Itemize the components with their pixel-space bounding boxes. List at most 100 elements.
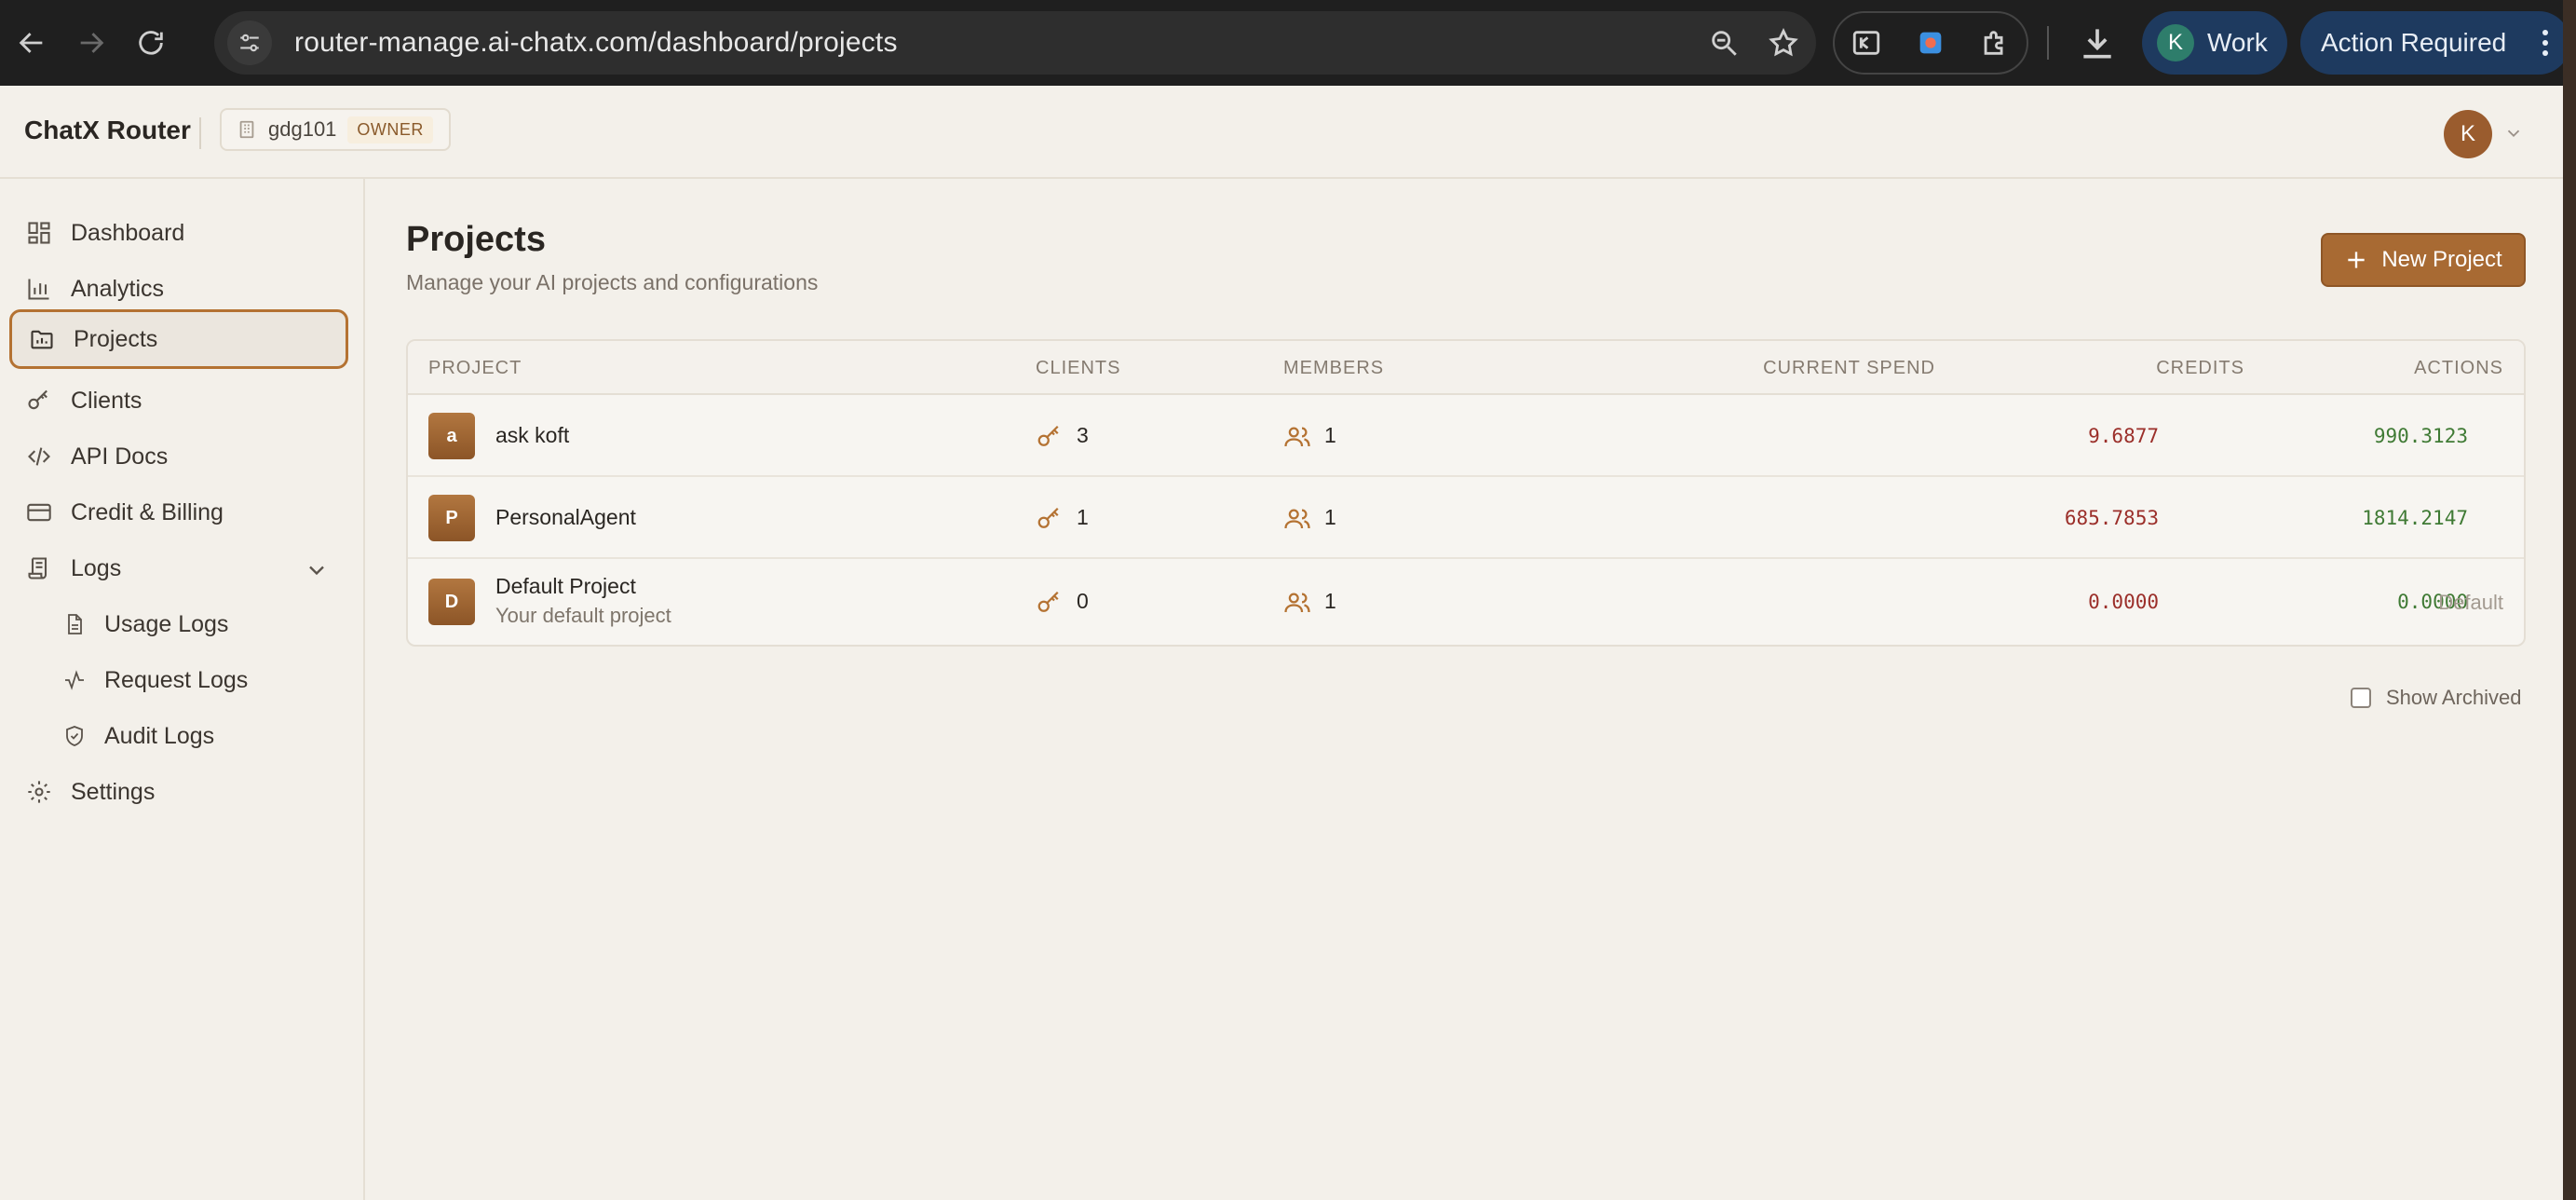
back-button[interactable] <box>4 15 60 71</box>
table-header: PROJECT CLIENTS MEMBERS CURRENT SPEND CR… <box>408 341 2524 395</box>
toolbar-divider <box>2047 26 2049 60</box>
address-bar[interactable]: router-manage.ai-chatx.com/dashboard/pro… <box>214 11 1816 75</box>
credit-card-icon <box>27 503 51 522</box>
page-title: Projects <box>406 220 546 259</box>
key-icon <box>1037 425 1059 446</box>
project-avatar: a <box>428 413 475 459</box>
credits-value: 1814.2147 <box>2362 507 2468 529</box>
scroll-icon <box>28 557 47 580</box>
chevron-down-icon[interactable] <box>304 557 330 583</box>
extension-color-icon[interactable] <box>1915 27 1946 59</box>
bar-chart-icon <box>28 279 49 300</box>
members-count: 1 <box>1324 505 1336 529</box>
code-icon <box>28 447 50 466</box>
zoom-icon[interactable] <box>1708 27 1740 59</box>
project-name[interactable]: Default Project <box>495 574 636 599</box>
clients-count: 3 <box>1077 423 1089 447</box>
sidebar-item-request-logs[interactable]: Request Logs <box>9 650 348 710</box>
action-required-button[interactable]: Action Required <box>2300 11 2570 75</box>
bookmark-star-icon[interactable] <box>1768 27 1799 59</box>
users-icon <box>1284 593 1310 613</box>
sidebar-item-usage-logs[interactable]: Usage Logs <box>9 594 348 654</box>
reload-icon <box>139 31 163 55</box>
site-info-button[interactable] <box>227 20 272 65</box>
brand-name[interactable]: ChatX Router <box>24 116 191 145</box>
members-count: 1 <box>1324 423 1336 447</box>
key-icon <box>1037 507 1059 528</box>
clients-count: 1 <box>1077 505 1089 529</box>
column-header-project[interactable]: PROJECT <box>428 358 522 379</box>
users-icon <box>1284 427 1310 447</box>
page-subtitle: Manage your AI projects and configuratio… <box>406 270 819 294</box>
sidebar: Dashboard Analytics Projects Clients API… <box>0 179 365 1200</box>
new-project-button[interactable]: New Project <box>2321 233 2526 287</box>
users-icon <box>1284 509 1310 529</box>
dashboard-icon <box>28 222 50 244</box>
folder-chart-icon <box>31 330 53 349</box>
project-avatar: P <box>428 495 475 541</box>
activity-icon <box>65 670 84 690</box>
puzzle-icon[interactable] <box>1979 27 2011 59</box>
table-row[interactable]: P PersonalAgent 1 1 685.7853 1814.2147 <box>408 477 2524 559</box>
file-text-icon <box>68 614 82 634</box>
new-project-label: New Project <box>2381 247 2502 272</box>
sidebar-item-label: Analytics <box>71 275 165 302</box>
current-spend: 0.0000 <box>2088 591 2159 613</box>
credits-value: 990.3123 <box>2373 425 2468 447</box>
tune-icon <box>240 34 259 52</box>
sidebar-item-label: Logs <box>71 554 122 581</box>
key-icon <box>1037 591 1059 612</box>
sidebar-item-label: API Docs <box>71 443 169 470</box>
header-divider <box>199 117 201 149</box>
building-icon <box>239 120 254 139</box>
sidebar-item-label: Credit & Billing <box>71 498 224 525</box>
table-row[interactable]: D Default Project Your default project 0… <box>408 559 2524 645</box>
table-row[interactable]: a ask koft 3 1 9.6877 990.3123 <box>408 395 2524 477</box>
forward-button[interactable] <box>63 15 119 71</box>
profile-button[interactable]: K Work <box>2142 11 2287 75</box>
org-selector[interactable]: gdg101 OWNER <box>220 108 451 151</box>
sidebar-item-label: Projects <box>74 325 158 352</box>
sidebar-item-label: Dashboard <box>71 219 185 246</box>
members-count: 1 <box>1324 589 1336 613</box>
column-header-current-spend[interactable]: CURRENT SPEND <box>1763 358 1935 379</box>
sidebar-item-label: Request Logs <box>104 666 249 693</box>
url-text: router-manage.ai-chatx.com/dashboard/pro… <box>294 27 898 58</box>
show-archived-toggle[interactable]: Show Archived <box>2351 686 2522 710</box>
project-description: Your default project <box>495 604 671 627</box>
role-badge: OWNER <box>347 116 433 143</box>
arrow-left-icon <box>19 33 43 53</box>
column-header-clients[interactable]: CLIENTS <box>1036 358 1120 379</box>
arrow-right-icon <box>80 33 104 53</box>
profile-label: Work <box>2207 28 2268 57</box>
sidebar-item-dashboard[interactable]: Dashboard <box>9 203 348 263</box>
sidebar-item-label: Clients <box>71 387 142 414</box>
project-name[interactable]: ask koft <box>495 423 569 448</box>
current-spend: 9.6877 <box>2088 425 2159 447</box>
download-icon[interactable] <box>2077 22 2118 63</box>
more-vert-icon <box>2542 30 2548 56</box>
project-name[interactable]: PersonalAgent <box>495 505 636 530</box>
sidebar-item-credit-billing[interactable]: Credit & Billing <box>9 483 348 542</box>
reload-button[interactable] <box>123 15 179 71</box>
chevron-down-icon[interactable] <box>2503 123 2524 143</box>
sidebar-item-api-docs[interactable]: API Docs <box>9 427 348 486</box>
sidebar-item-label: Settings <box>71 778 156 805</box>
projects-table: PROJECT CLIENTS MEMBERS CURRENT SPEND CR… <box>406 339 2526 647</box>
extension-k-icon[interactable] <box>1851 27 1882 59</box>
column-header-credits[interactable]: CREDITS <box>2156 358 2244 379</box>
extensions-group <box>1833 11 2028 75</box>
show-archived-label: Show Archived <box>2386 686 2522 709</box>
sidebar-item-projects[interactable]: Projects <box>9 309 348 369</box>
clients-count: 0 <box>1077 589 1089 613</box>
column-header-members[interactable]: MEMBERS <box>1283 358 1384 379</box>
show-archived-checkbox[interactable] <box>2351 688 2371 708</box>
sidebar-item-logs[interactable]: Logs <box>9 539 348 598</box>
sidebar-item-audit-logs[interactable]: Audit Logs <box>9 706 348 766</box>
user-avatar[interactable]: K <box>2444 110 2492 158</box>
sidebar-item-settings[interactable]: Settings <box>9 762 348 822</box>
default-label: Default <box>2438 591 2503 614</box>
column-header-actions: ACTIONS <box>2414 358 2503 378</box>
background-window-edge <box>2563 0 2576 1200</box>
sidebar-item-clients[interactable]: Clients <box>9 371 348 430</box>
